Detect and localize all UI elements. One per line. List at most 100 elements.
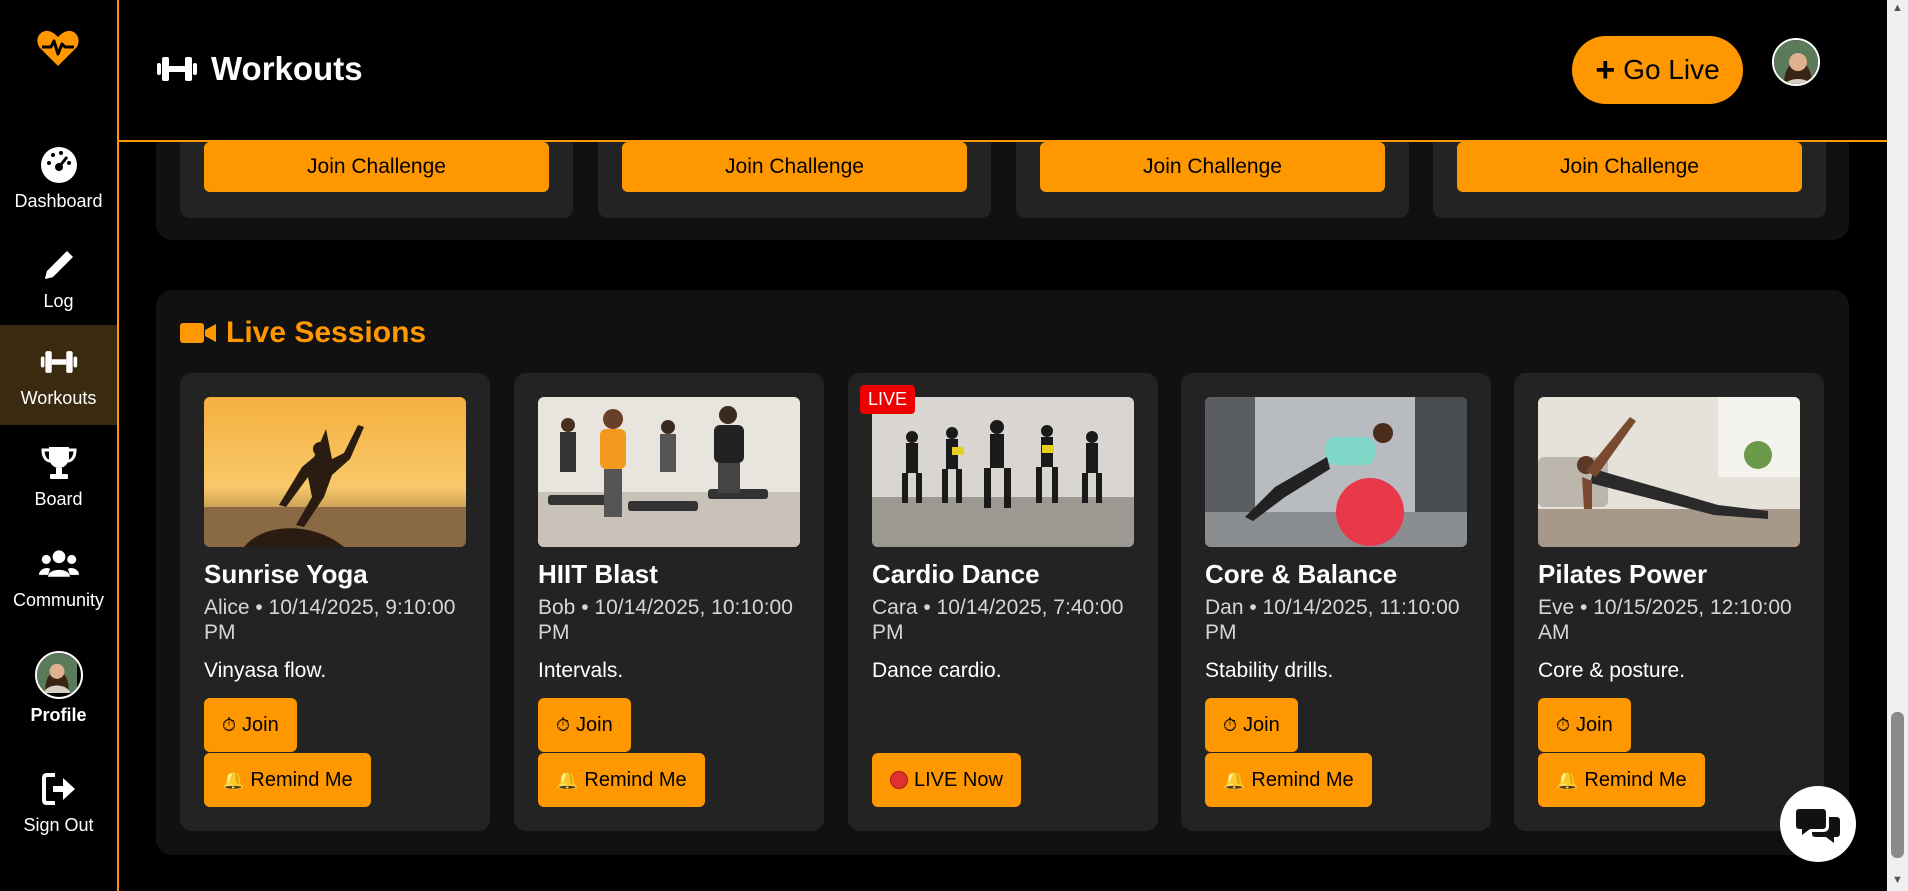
challenge-card: Join Challenge	[598, 142, 991, 218]
session-description: Intervals.	[538, 659, 624, 682]
red-dot-icon	[890, 771, 908, 789]
join-challenge-button[interactable]: Join Challenge	[1457, 142, 1802, 192]
session-thumbnail	[204, 397, 466, 547]
live-sessions-panel: Live Sessions Sunrise Yoga Alice • 10/14…	[156, 290, 1849, 855]
join-button[interactable]: ⏱ Join	[204, 698, 297, 752]
sidebar-item-log[interactable]: Log	[0, 228, 117, 328]
stopwatch-icon: ⏱	[556, 714, 571, 735]
sidebar-item-profile[interactable]: Profile	[0, 638, 117, 738]
sidebar-item-label: Board	[34, 488, 83, 509]
session-card: HIIT Blast Bob • 10/14/2025, 10:10:00 PM…	[514, 373, 824, 831]
gauge-icon	[40, 146, 77, 183]
trophy-icon	[40, 446, 77, 479]
go-live-label: Go Live	[1623, 54, 1720, 85]
remind-me-button[interactable]: 🔔 Remind Me	[1205, 753, 1372, 807]
user-avatar[interactable]	[1772, 38, 1820, 86]
session-thumbnail	[1205, 397, 1467, 547]
live-now-button[interactable]: LIVE Now	[872, 753, 1021, 807]
session-card: LIVE Cardio Dance Cara • 10/14/2025, 7:4…	[848, 373, 1158, 831]
join-label: Join	[242, 713, 279, 736]
session-description: Stability drills.	[1205, 659, 1334, 682]
pencil-icon	[44, 250, 73, 279]
heartbeat-icon[interactable]	[36, 28, 80, 68]
remind-label: Remind Me	[1251, 768, 1354, 791]
session-thumbnail	[1538, 397, 1800, 547]
sidebar-item-board[interactable]: Board	[0, 426, 117, 526]
join-button[interactable]: ⏱ Join	[538, 698, 631, 752]
plus-icon: +	[1595, 51, 1616, 89]
sidebar-item-label: Community	[12, 589, 105, 610]
sidebar-item-sign-out[interactable]: Sign Out	[0, 752, 117, 852]
session-card: Pilates Power Eve • 10/15/2025, 12:10:00…	[1514, 373, 1824, 831]
session-title: Cardio Dance	[872, 559, 1040, 589]
sidebar-item-dashboard[interactable]: Dashboard	[0, 128, 117, 228]
stopwatch-icon: ⏱	[1223, 714, 1238, 735]
remind-me-button[interactable]: 🔔 Remind Me	[538, 753, 705, 807]
bell-icon: 🔔	[556, 769, 579, 790]
challenges-panel: Join Challenge Join Challenge Join Chall…	[156, 142, 1849, 240]
join-challenge-button[interactable]: Join Challenge	[622, 142, 967, 192]
sidebar-item-label: Workouts	[20, 387, 97, 408]
scrollbar-thumb[interactable]	[1891, 712, 1904, 858]
top-header: Workouts + Go Live	[119, 0, 1887, 142]
live-badge: LIVE	[860, 385, 916, 414]
session-thumbnail	[538, 397, 800, 547]
bell-icon: 🔔	[1223, 769, 1246, 790]
remind-me-button[interactable]: 🔔 Remind Me	[204, 753, 371, 807]
sidebar-item-label: Sign Out	[23, 814, 94, 835]
chat-button[interactable]	[1780, 786, 1856, 862]
session-card: Sunrise Yoga Alice • 10/14/2025, 9:10:00…	[180, 373, 490, 831]
session-title: HIIT Blast	[538, 559, 658, 589]
session-meta: Alice • 10/14/2025, 9:10:00 PM	[204, 596, 456, 644]
bell-icon: 🔔	[222, 769, 245, 790]
page-title: Workouts	[155, 50, 363, 88]
avatar	[34, 650, 83, 699]
remind-label: Remind Me	[584, 768, 687, 791]
video-camera-icon	[180, 323, 216, 343]
join-label: Join	[576, 713, 613, 736]
challenge-card: Join Challenge	[180, 142, 573, 218]
sign-out-icon	[41, 772, 75, 805]
scroll-down-arrow-icon[interactable]: ▼	[1892, 874, 1903, 886]
go-live-button[interactable]: + Go Live	[1572, 36, 1743, 104]
session-thumbnail	[872, 397, 1134, 547]
live-sessions-title: Live Sessions	[226, 316, 427, 349]
sidebar-item-label: Dashboard	[14, 190, 103, 211]
bell-icon: 🔔	[1556, 769, 1579, 790]
join-button[interactable]: ⏱ Join	[1538, 698, 1631, 752]
session-title: Pilates Power	[1538, 559, 1708, 589]
sidebar-item-community[interactable]: Community	[0, 527, 117, 627]
session-meta: Dan • 10/14/2025, 11:10:00 PM	[1205, 596, 1460, 644]
live-sessions-heading: Live Sessions	[180, 316, 426, 350]
page-title-text: Workouts	[211, 50, 363, 87]
dumbbell-icon	[40, 350, 77, 373]
live-now-label: LIVE Now	[914, 768, 1003, 791]
session-title: Sunrise Yoga	[204, 559, 368, 589]
vertical-scrollbar[interactable]: ▲ ▼	[1887, 0, 1908, 891]
sidebar-item-workouts[interactable]: Workouts	[0, 325, 117, 425]
sidebar: Dashboard Log Workouts Board Community P…	[0, 0, 119, 891]
remind-me-button[interactable]: 🔔 Remind Me	[1538, 753, 1705, 807]
stopwatch-icon: ⏱	[222, 714, 237, 735]
join-challenge-button[interactable]: Join Challenge	[204, 142, 549, 192]
session-meta: Bob • 10/14/2025, 10:10:00 PM	[538, 596, 793, 644]
chat-bubbles-icon	[1796, 809, 1840, 843]
join-label: Join	[1243, 713, 1280, 736]
challenge-card: Join Challenge	[1433, 142, 1826, 218]
sidebar-item-label: Log	[43, 290, 74, 311]
session-card: Core & Balance Dan • 10/14/2025, 11:10:0…	[1181, 373, 1491, 831]
session-meta: Cara • 10/14/2025, 7:40:00 PM	[872, 596, 1124, 644]
session-description: Vinyasa flow.	[204, 659, 327, 682]
session-description: Dance cardio.	[872, 659, 1002, 682]
users-icon	[38, 549, 79, 577]
session-meta: Eve • 10/15/2025, 12:10:00 AM	[1538, 596, 1792, 644]
session-description: Core & posture.	[1538, 659, 1686, 682]
stopwatch-icon: ⏱	[1556, 714, 1571, 735]
join-label: Join	[1576, 713, 1613, 736]
remind-label: Remind Me	[1584, 768, 1687, 791]
dumbbell-icon	[157, 57, 197, 81]
join-challenge-button[interactable]: Join Challenge	[1040, 142, 1385, 192]
challenge-card: Join Challenge	[1016, 142, 1409, 218]
join-button[interactable]: ⏱ Join	[1205, 698, 1298, 752]
scroll-up-arrow-icon[interactable]: ▲	[1892, 2, 1903, 14]
